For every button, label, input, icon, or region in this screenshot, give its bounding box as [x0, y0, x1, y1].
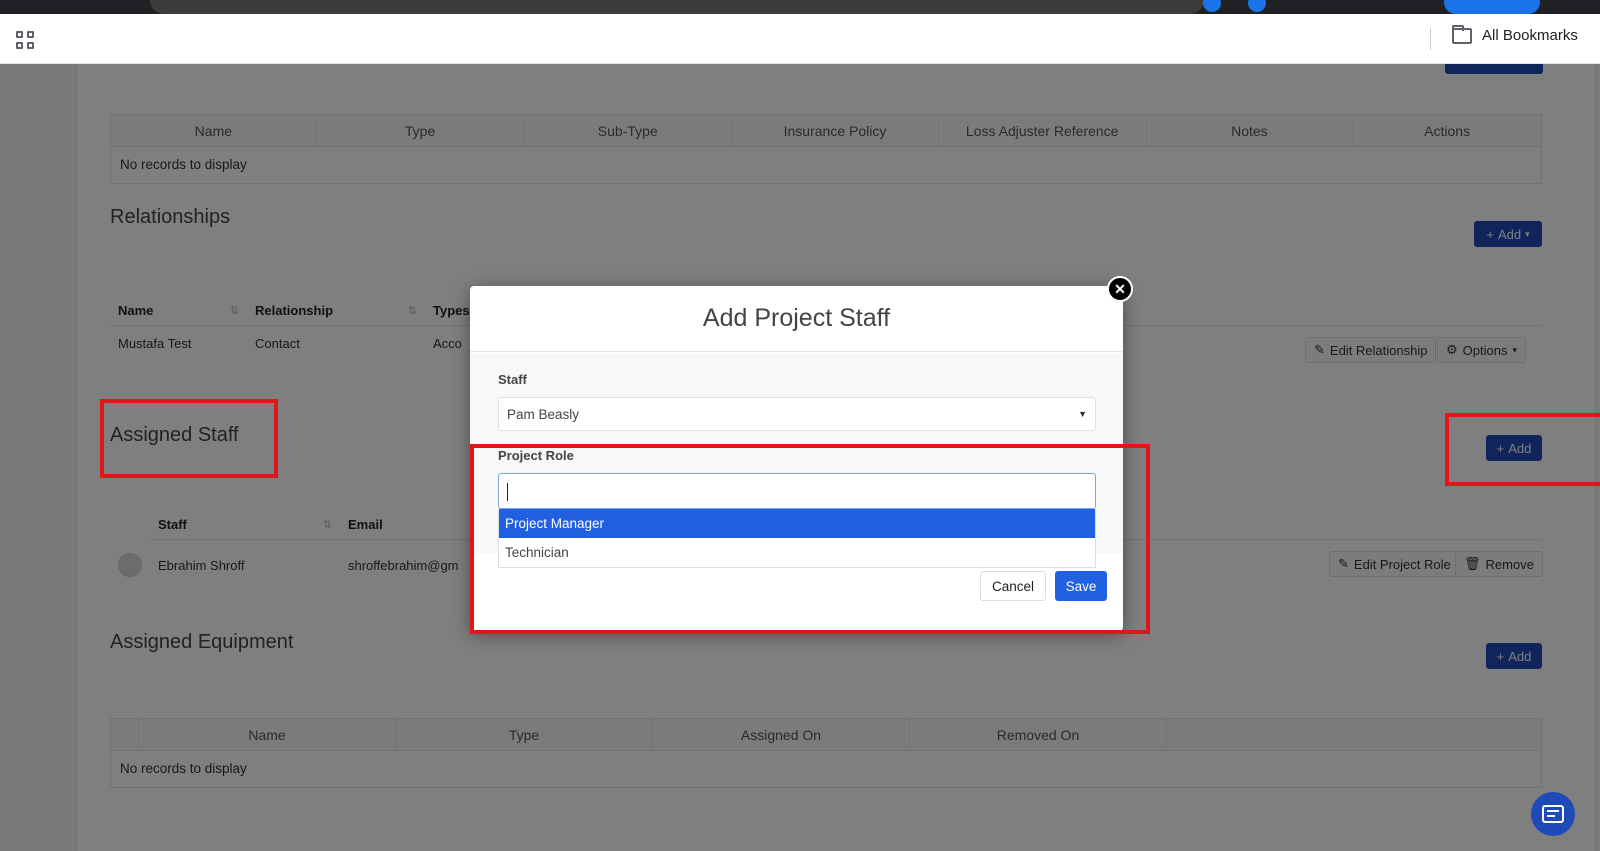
- highlight-assigned-staff: [100, 399, 278, 478]
- all-bookmarks-label: All Bookmarks: [1482, 27, 1578, 44]
- extension-badge-icon[interactable]: [1248, 0, 1266, 12]
- all-bookmarks-button[interactable]: All Bookmarks: [1452, 24, 1578, 44]
- address-bar[interactable]: [150, 0, 1204, 14]
- highlight-project-role: [470, 444, 1150, 634]
- bookmark-separator: [1430, 28, 1431, 50]
- profile-button[interactable]: [1444, 0, 1540, 14]
- highlight-add-staff: [1445, 413, 1600, 486]
- staff-select[interactable]: Pam Beasly ▼: [498, 397, 1096, 431]
- browser-toolbar: [0, 0, 1600, 14]
- folder-icon: [1452, 24, 1472, 44]
- modal-title: Add Project Staff: [470, 286, 1123, 352]
- bookmarks-bar: All Bookmarks: [0, 14, 1600, 64]
- staff-label: Staff: [498, 372, 527, 387]
- extension-icon[interactable]: [1203, 0, 1221, 12]
- chat-icon: [1542, 805, 1564, 823]
- staff-select-value: Pam Beasly: [507, 406, 580, 422]
- close-icon[interactable]: ✕: [1107, 276, 1133, 302]
- chat-button[interactable]: [1531, 792, 1575, 836]
- apps-grid-icon[interactable]: [16, 31, 34, 49]
- caret-down-icon: ▼: [1078, 409, 1087, 419]
